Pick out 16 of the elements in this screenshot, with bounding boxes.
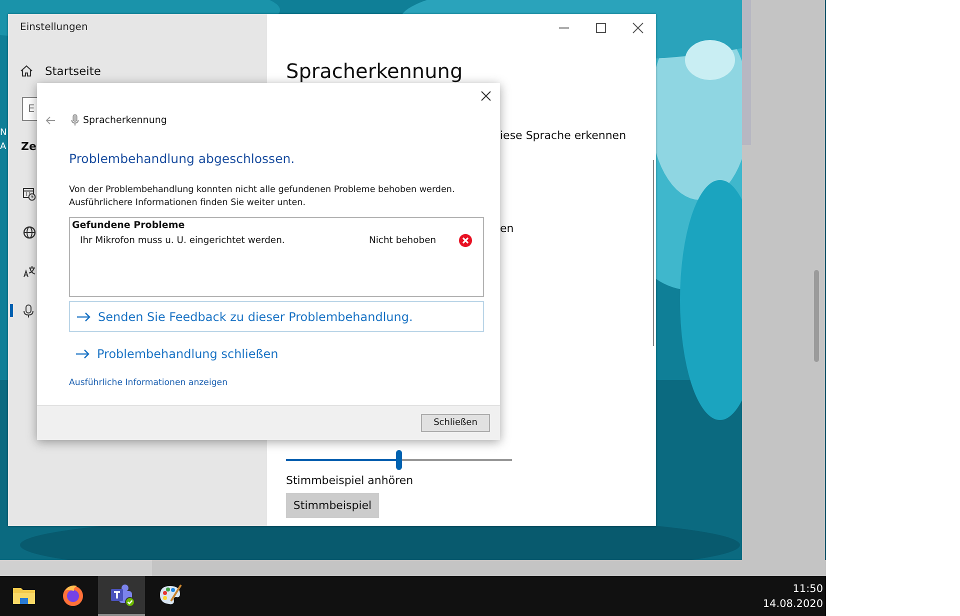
option-label: en — [500, 222, 515, 235]
time-text: 11:50 — [792, 582, 823, 594]
page-heading: Spracherkennung — [286, 59, 464, 83]
sample-label: Stimmbeispiel anhören — [286, 474, 414, 487]
description-text: Von der Problembehandlung konnten nicht alle gefundenen Probleme behoben werden. Ausführlichere Informationen finden Sie weiter unten. — [69, 184, 456, 210]
dialog-heading: Problembehandlung abgeschlossen. — [69, 151, 296, 166]
list-heading: Gefundene Probleme — [72, 220, 186, 231]
dialog-title: Spracherkennung — [83, 114, 167, 126]
desktop-icon-label: N — [0, 127, 7, 139]
window-title: Einstellungen — [20, 22, 89, 33]
date-text: 14.08.2020 — [762, 598, 823, 610]
section-heading: Ze — [21, 140, 38, 153]
problem-status: Nicht behoben — [369, 235, 438, 246]
option-label: iese Sprache erkennen — [500, 129, 628, 142]
problem-text: Ihr Mikrofon muss u. U. eingerichtet werden. — [80, 235, 286, 246]
desktop-icon-label: A — [0, 141, 6, 153]
